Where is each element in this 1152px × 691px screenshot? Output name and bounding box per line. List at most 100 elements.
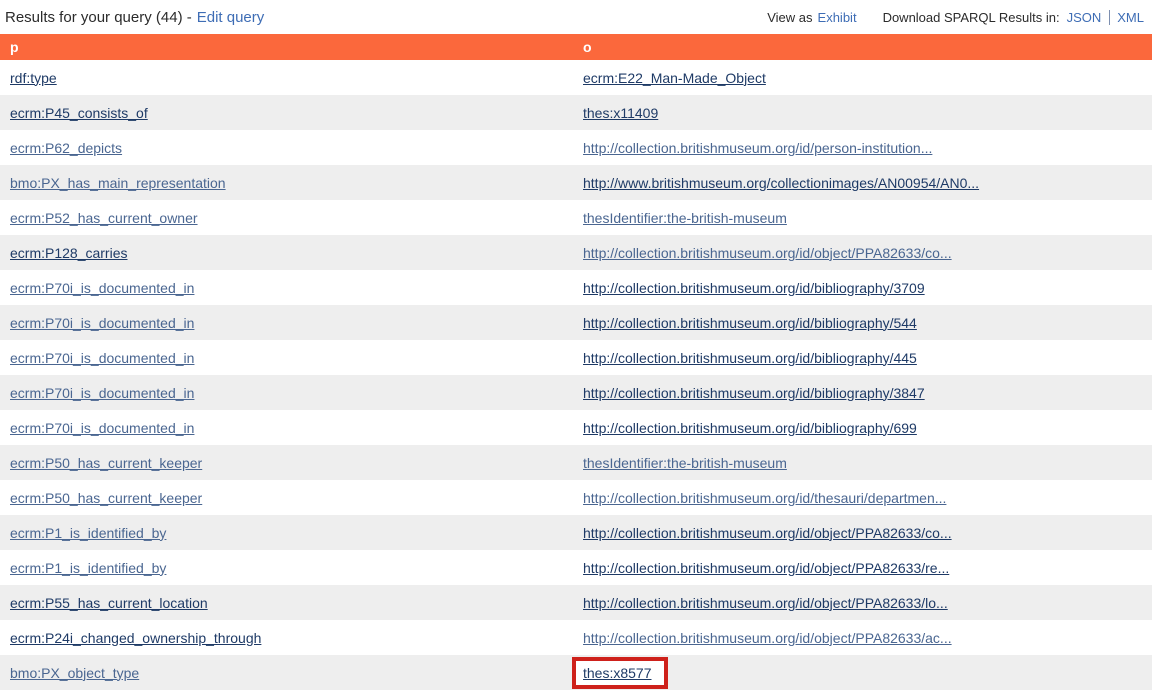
p-link[interactable]: ecrm:P52_has_current_owner (10, 210, 198, 226)
cell-p: bmo:PX_has_main_representation (0, 165, 576, 200)
o-link[interactable]: http://collection.britishmuseum.org/id/b… (583, 315, 917, 331)
o-link[interactable]: http://collection.britishmuseum.org/id/o… (583, 595, 948, 611)
cell-p: ecrm:P70i_is_documented_in (0, 340, 576, 375)
cell-o: thesIdentifier:the-british-museum (576, 200, 1152, 235)
cell-p: ecrm:P128_carries (0, 235, 576, 270)
table-row: bmo:PX_object_type thes:x8577 (0, 655, 1152, 690)
cell-p: ecrm:P70i_is_documented_in (0, 305, 576, 340)
cell-o: http://collection.britishmuseum.org/id/o… (576, 550, 1152, 585)
o-link[interactable]: http://collection.britishmuseum.org/id/b… (583, 350, 917, 366)
o-link[interactable]: thes:x8577 (583, 665, 652, 681)
table-row: ecrm:P70i_is_documented_in http://collect… (0, 305, 1152, 340)
o-link[interactable]: http://collection.britishmuseum.org/id/o… (583, 525, 952, 541)
p-link[interactable]: ecrm:P70i_is_documented_in (10, 385, 194, 401)
p-link[interactable]: ecrm:P50_has_current_keeper (10, 490, 202, 506)
table-row: ecrm:P1_is_identified_by http://collectio… (0, 515, 1152, 550)
cell-o: ecrm:E22_Man-Made_Object (576, 60, 1152, 95)
p-link[interactable]: ecrm:P70i_is_documented_in (10, 420, 194, 436)
cell-o: http://collection.britishmuseum.org/id/b… (576, 305, 1152, 340)
cell-o: http://www.britishmuseum.org/collectioni… (576, 165, 1152, 200)
view-as-group: View asExhibit (767, 10, 856, 25)
cell-p: ecrm:P62_depicts (0, 130, 576, 165)
cell-o: http://collection.britishmuseum.org/id/o… (576, 620, 1152, 655)
table-row: ecrm:P52_has_current_owner thesIdentifier… (0, 200, 1152, 235)
cell-o: thes:x11409 (576, 95, 1152, 130)
cell-p: ecrm:P70i_is_documented_in (0, 410, 576, 445)
table-row: ecrm:P70i_is_documented_in http://collect… (0, 340, 1152, 375)
o-link[interactable]: http://collection.britishmuseum.org/id/b… (583, 420, 917, 436)
p-link[interactable]: rdf:type (10, 70, 57, 86)
o-link[interactable]: http://collection.britishmuseum.org/id/t… (583, 490, 946, 506)
topbar-actions: View asExhibit Download SPARQL Results i… (767, 10, 1146, 25)
download-label: Download SPARQL Results in: (883, 10, 1060, 25)
cell-o: http://collection.britishmuseum.org/id/b… (576, 375, 1152, 410)
sparql-results-page: Results for your query (44) -Edit query … (0, 0, 1152, 690)
p-link[interactable]: ecrm:P1_is_identified_by (10, 560, 166, 576)
cell-p: ecrm:P1_is_identified_by (0, 550, 576, 585)
results-title-text: Results for your query (44) - (5, 9, 192, 26)
p-link[interactable]: ecrm:P24i_changed_ownership_through (10, 630, 261, 646)
p-link[interactable]: ecrm:P50_has_current_keeper (10, 455, 202, 471)
results-table: p o rdf:type ecrm:E22_Man-Made_Objectecrm… (0, 34, 1152, 690)
topbar: Results for your query (44) -Edit query … (0, 0, 1152, 34)
download-json-link[interactable]: JSON (1067, 10, 1102, 25)
o-link[interactable]: thesIdentifier:the-british-museum (583, 455, 787, 471)
highlight-box: thes:x8577 (572, 657, 668, 689)
p-link[interactable]: bmo:PX_object_type (10, 665, 139, 681)
download-group: Download SPARQL Results in: JSON XML (883, 10, 1144, 25)
p-link[interactable]: ecrm:P70i_is_documented_in (10, 315, 194, 331)
table-row: ecrm:P1_is_identified_by http://collectio… (0, 550, 1152, 585)
p-link[interactable]: ecrm:P62_depicts (10, 140, 122, 156)
cell-o: thesIdentifier:the-british-museum (576, 445, 1152, 480)
column-header-p: p (0, 34, 576, 60)
cell-p: ecrm:P70i_is_documented_in (0, 375, 576, 410)
p-link[interactable]: ecrm:P70i_is_documented_in (10, 350, 194, 366)
p-link[interactable]: ecrm:P1_is_identified_by (10, 525, 166, 541)
o-link[interactable]: http://collection.britishmuseum.org/id/b… (583, 385, 925, 401)
vertical-divider (1109, 10, 1110, 25)
table-row: ecrm:P50_has_current_keeper http://collec… (0, 480, 1152, 515)
cell-o: http://collection.britishmuseum.org/id/t… (576, 480, 1152, 515)
page-title: Results for your query (44) - Edit query (5, 9, 264, 26)
o-link[interactable]: thesIdentifier:the-british-museum (583, 210, 787, 226)
results-table-header: p o (0, 34, 1152, 60)
cell-p: rdf:type (0, 60, 576, 95)
cell-p: ecrm:P50_has_current_keeper (0, 445, 576, 480)
table-row: ecrm:P128_carries http://collection.briti… (0, 235, 1152, 270)
cell-o: http://collection.britishmuseum.org/id/o… (576, 585, 1152, 620)
o-link[interactable]: http://www.britishmuseum.org/collectioni… (583, 175, 979, 191)
results-table-body: rdf:type ecrm:E22_Man-Made_Object ecrm:P45… (0, 60, 1152, 690)
table-row: ecrm:P45_consists_of thes:x11409 (0, 95, 1152, 130)
o-link[interactable]: ecrm:E22_Man-Made_Object (583, 70, 766, 86)
table-row: ecrm:P55_has_current_location http://coll… (0, 585, 1152, 620)
cell-o: http://collection.britishmuseum.org/id/p… (576, 130, 1152, 165)
column-header-o: o (576, 34, 1152, 60)
p-link[interactable]: ecrm:P45_consists_of (10, 105, 148, 121)
edit-query-link[interactable]: Edit query (197, 9, 265, 26)
cell-p: ecrm:P24i_changed_ownership_through (0, 620, 576, 655)
table-row: ecrm:P50_has_current_keeper thesIdentifie… (0, 445, 1152, 480)
cell-p: ecrm:P50_has_current_keeper (0, 480, 576, 515)
table-row: ecrm:P70i_is_documented_in http://collect… (0, 270, 1152, 305)
cell-p: ecrm:P55_has_current_location (0, 585, 576, 620)
table-row: rdf:type ecrm:E22_Man-Made_Object (0, 60, 1152, 95)
cell-p: ecrm:P52_has_current_owner (0, 200, 576, 235)
o-link[interactable]: http://collection.britishmuseum.org/id/p… (583, 140, 932, 156)
o-link[interactable]: http://collection.britishmuseum.org/id/o… (583, 630, 952, 646)
cell-p: ecrm:P45_consists_of (0, 95, 576, 130)
p-link[interactable]: ecrm:P128_carries (10, 245, 128, 261)
p-link[interactable]: ecrm:P55_has_current_location (10, 595, 208, 611)
o-link[interactable]: http://collection.britishmuseum.org/id/o… (583, 245, 952, 261)
table-row: ecrm:P62_depicts http://collection.britis… (0, 130, 1152, 165)
cell-o: http://collection.britishmuseum.org/id/b… (576, 270, 1152, 305)
header-row: p o (0, 34, 1152, 60)
exhibit-link[interactable]: Exhibit (818, 10, 857, 25)
o-link[interactable]: thes:x11409 (583, 105, 658, 121)
p-link[interactable]: bmo:PX_has_main_representation (10, 175, 226, 191)
table-row: bmo:PX_has_main_representation http://www… (0, 165, 1152, 200)
download-xml-link[interactable]: XML (1117, 10, 1144, 25)
cell-o: http://collection.britishmuseum.org/id/o… (576, 235, 1152, 270)
o-link[interactable]: http://collection.britishmuseum.org/id/b… (583, 280, 925, 296)
p-link[interactable]: ecrm:P70i_is_documented_in (10, 280, 194, 296)
o-link[interactable]: http://collection.britishmuseum.org/id/o… (583, 560, 949, 576)
